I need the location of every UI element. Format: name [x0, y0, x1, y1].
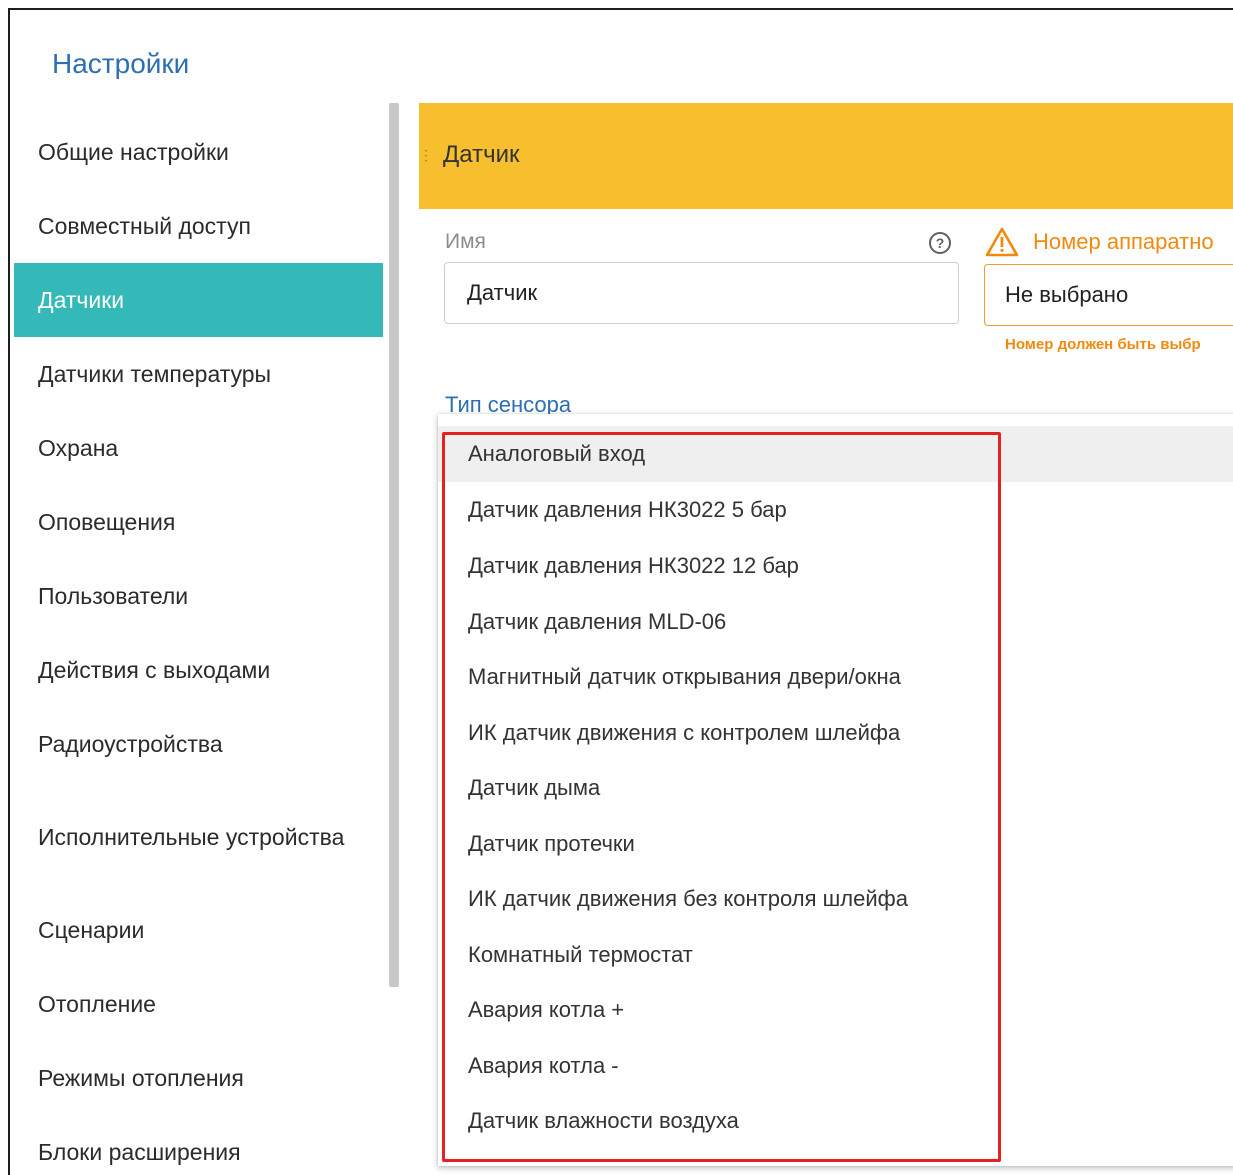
- sidebar-scrollbar[interactable]: [389, 103, 399, 987]
- sensor-type-option[interactable]: Датчик давления MLD-06: [438, 594, 1233, 650]
- sidebar-item-users[interactable]: Пользователи: [14, 559, 383, 633]
- hardware-number-select[interactable]: Не выбрано: [984, 264, 1233, 326]
- sidebar-item-actuators[interactable]: Исполнительные устройства: [14, 781, 383, 893]
- sidebar-item-heating-modes[interactable]: Режимы отопления: [14, 1041, 383, 1115]
- sensor-type-option[interactable]: Датчик давления НК3022 5 бар: [438, 482, 1233, 538]
- sidebar-item-temperature-sensors[interactable]: Датчики температуры: [14, 337, 383, 411]
- sidebar-item-scenarios[interactable]: Сценарии: [14, 893, 383, 967]
- sensor-type-dropdown: Аналоговый вход Датчик давления НК3022 5…: [438, 414, 1233, 1166]
- sidebar-item-security[interactable]: Охрана: [14, 411, 383, 485]
- sidebar-item-notifications[interactable]: Оповещения: [14, 485, 383, 559]
- sensor-type-option[interactable]: Авария котла -: [438, 1038, 1233, 1094]
- sensor-panel-header: ⋮ Датчик: [419, 103, 1233, 209]
- sidebar-item-shared-access[interactable]: Совместный доступ: [14, 189, 383, 263]
- sensor-type-option[interactable]: Датчик дыма: [438, 760, 1233, 816]
- panel-title: Датчик: [443, 141, 520, 168]
- sensor-type-option[interactable]: Комнатный термостат: [438, 927, 1233, 983]
- hardware-number-value: Не выбрано: [1005, 282, 1129, 307]
- hardware-number-error: Номер должен быть выбр: [1005, 336, 1201, 353]
- settings-sidebar: Общие настройки Совместный доступ Датчик…: [14, 115, 384, 1175]
- dialog-title: Настройки: [52, 48, 190, 79]
- warning-triangle-icon: [985, 227, 1019, 257]
- sensor-type-option[interactable]: Датчик давления НК3022 12 бар: [438, 538, 1233, 594]
- sensor-type-option[interactable]: ИК датчик движения с контролем шлейфа: [438, 705, 1233, 761]
- drag-handle-icon[interactable]: ⋮: [419, 145, 433, 165]
- name-label: Имя: [445, 230, 486, 253]
- sensor-type-option[interactable]: Датчик влажности воздуха: [438, 1093, 1233, 1149]
- sidebar-item-output-actions[interactable]: Действия с выходами: [14, 633, 383, 707]
- hardware-number-label: Номер аппаратно: [1033, 229, 1214, 254]
- sidebar-item-general[interactable]: Общие настройки: [14, 115, 383, 189]
- sensor-type-option[interactable]: Аналоговый вход: [438, 426, 1233, 482]
- sidebar-item-heating[interactable]: Отопление: [14, 967, 383, 1041]
- name-input[interactable]: [444, 262, 959, 324]
- window-top-border: [0, 0, 1233, 10]
- sidebar-item-radio-devices[interactable]: Радиоустройства: [14, 707, 383, 781]
- help-circle-icon[interactable]: ?: [929, 232, 951, 254]
- window-left-border: [0, 0, 10, 1175]
- sensor-type-option[interactable]: Авария котла +: [438, 982, 1233, 1038]
- sensor-type-option[interactable]: Датчик протечки: [438, 816, 1233, 872]
- sensor-type-option[interactable]: ИК датчик движения без контроля шлейфа: [438, 871, 1233, 927]
- sensor-type-option[interactable]: Магнитный датчик открывания двери/окна: [438, 649, 1233, 705]
- sidebar-item-sensors[interactable]: Датчики: [14, 263, 383, 337]
- sidebar-item-expansion-blocks[interactable]: Блоки расширения: [14, 1115, 383, 1175]
